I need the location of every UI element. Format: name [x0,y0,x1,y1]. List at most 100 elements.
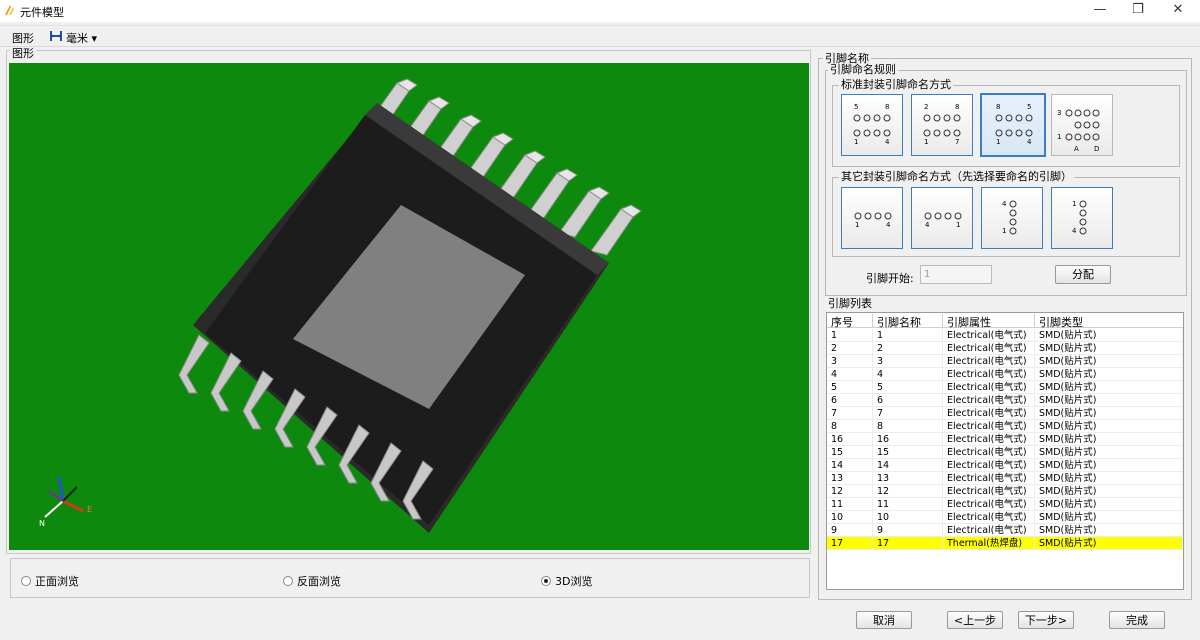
3d-viewport[interactable]: N E [9,63,809,550]
standard-naming-option-3-selected[interactable]: 8 5 1 4 [980,93,1046,157]
radio-dot-checked [541,576,551,586]
pin-start-input[interactable] [920,265,992,284]
app-icon [5,5,14,15]
other-naming-option-1[interactable]: 1 4 [841,187,903,249]
standard-naming-option-4[interactable]: 3 1 A D [1051,94,1113,156]
cell-pin-attribute: Electrical(电气式) [943,446,1035,459]
table-row[interactable]: 4 4 Electrical(电气式) SMD(贴片式) [827,368,1183,381]
graphic-menu[interactable]: 图形 [12,30,34,46]
pin-list-label: 引脚列表 [826,297,874,310]
cell-index: 13 [827,472,873,485]
card-label: 1 [956,221,961,229]
pin-start-label: 引脚开始: [866,272,914,285]
cell-pin-type: SMD(贴片式) [1035,537,1183,550]
front-view-label: 正面浏览 [35,575,79,588]
column-header-pin-type[interactable]: 引脚类型 [1035,314,1183,329]
minimize-button[interactable]: — [1082,0,1118,22]
cell-index: 17 [827,537,873,550]
standard-naming-label: 标准封装引脚命名方式 [839,78,953,91]
cell-pin-type: SMD(贴片式) [1035,524,1183,537]
pin-list-table[interactable]: 序号 引脚名称 引脚属性 引脚类型 1 1 Electrical(电气式) SMD(贴… [826,312,1184,590]
card-label: 1 [924,138,929,146]
cell-index: 11 [827,498,873,511]
cell-pin-name: 13 [873,472,943,485]
column-header-index[interactable]: 序号 [827,314,873,329]
cell-index: 15 [827,446,873,459]
cell-pin-type: SMD(贴片式) [1035,342,1183,355]
cell-index: 14 [827,459,873,472]
cell-pin-attribute: Electrical(电气式) [943,511,1035,524]
finish-button[interactable]: 完成 [1109,611,1165,629]
cell-pin-type: SMD(贴片式) [1035,446,1183,459]
column-header-pin-name[interactable]: 引脚名称 [873,314,943,329]
card-label: 1 [1072,200,1077,208]
back-view-radio[interactable]: 反面浏览 [283,573,341,589]
graphic-panel: 图形 N E [6,47,811,554]
table-row[interactable]: 8 8 Electrical(电气式) SMD(贴片式) [827,420,1183,433]
cell-pin-type: SMD(贴片式) [1035,498,1183,511]
table-row[interactable]: 7 7 Electrical(电气式) SMD(贴片式) [827,407,1183,420]
card-label: 8 [955,103,960,111]
table-row[interactable]: 12 12 Electrical(电气式) SMD(贴片式) [827,485,1183,498]
standard-naming-option-1[interactable]: 5 8 1 4 [841,94,903,156]
cell-pin-attribute: Electrical(电气式) [943,381,1035,394]
assign-button[interactable]: 分配 [1055,265,1111,284]
pin-row-icon [924,212,962,220]
other-naming-label: 其它封装引脚命名方式（先选择要命名的引脚） [839,170,1074,183]
card-label: D [1094,145,1100,153]
previous-button[interactable]: <上一步 [947,611,1003,629]
unit-dropdown[interactable]: 毫米 ▾ [66,30,97,46]
table-row[interactable]: 3 3 Electrical(电气式) SMD(贴片式) [827,355,1183,368]
cell-pin-name: 15 [873,446,943,459]
cell-pin-name: 14 [873,459,943,472]
table-row[interactable]: 11 11 Electrical(电气式) SMD(贴片式) [827,498,1183,511]
toolbar: 图形 毫米 ▾ [0,25,1200,47]
table-row[interactable]: 14 14 Electrical(电气式) SMD(贴片式) [827,459,1183,472]
close-button[interactable]: ✕ [1160,0,1196,22]
cancel-button[interactable]: 取消 [856,611,912,629]
standard-naming-option-2[interactable]: 2 8 1 7 [911,94,973,156]
3d-view-radio[interactable]: 3D浏览 [541,573,592,589]
axis-n-label: N [39,519,45,528]
table-row[interactable]: 13 13 Electrical(电气式) SMD(贴片式) [827,472,1183,485]
title-bar: 元件模型 — ❐ ✕ [0,0,1200,22]
cell-index: 16 [827,433,873,446]
card-label: 4 [885,138,890,146]
cell-pin-name: 5 [873,381,943,394]
column-header-pin-attribute[interactable]: 引脚属性 [943,314,1035,329]
cell-index: 5 [827,381,873,394]
card-label: 4 [1002,200,1007,208]
pin-list-header: 序号 引脚名称 引脚属性 引脚类型 [827,313,1183,329]
cell-pin-name: 12 [873,485,943,498]
next-button[interactable]: 下一步> [1018,611,1074,629]
other-naming-option-3[interactable]: 4 1 [981,187,1043,249]
table-row[interactable]: 1 1 Electrical(电气式) SMD(贴片式) [827,329,1183,342]
cell-index: 1 [827,329,873,342]
pin-column-icon [1079,200,1087,235]
table-row[interactable]: 15 15 Electrical(电气式) SMD(贴片式) [827,446,1183,459]
pin-grid-icon [1065,109,1100,141]
table-row[interactable]: 10 10 Electrical(电气式) SMD(贴片式) [827,511,1183,524]
card-label: 1 [855,221,860,229]
cell-index: 12 [827,485,873,498]
cell-pin-name: 2 [873,342,943,355]
table-row[interactable]: 5 5 Electrical(电气式) SMD(贴片式) [827,381,1183,394]
table-row[interactable]: 6 6 Electrical(电气式) SMD(贴片式) [827,394,1183,407]
graphic-panel-label: 图形 [10,47,36,60]
other-naming-option-4[interactable]: 1 4 [1051,187,1113,249]
other-naming-option-2[interactable]: 4 1 [911,187,973,249]
cell-pin-name: 7 [873,407,943,420]
table-row[interactable]: 16 16 Electrical(电气式) SMD(贴片式) [827,433,1183,446]
front-view-radio[interactable]: 正面浏览 [21,573,79,589]
table-row[interactable]: 2 2 Electrical(电气式) SMD(贴片式) [827,342,1183,355]
cell-pin-attribute: Electrical(电气式) [943,433,1035,446]
table-row[interactable]: 17 17 Thermal(热焊盘) SMD(贴片式) [827,537,1183,550]
pin-column-icon [1009,200,1017,235]
cell-pin-attribute: Electrical(电气式) [943,394,1035,407]
card-label: 8 [885,103,890,111]
cell-pin-name: 3 [873,355,943,368]
restore-button[interactable]: ❐ [1120,0,1156,22]
pin-row-icon [854,212,892,220]
cell-pin-name: 9 [873,524,943,537]
table-row[interactable]: 9 9 Electrical(电气式) SMD(贴片式) [827,524,1183,537]
